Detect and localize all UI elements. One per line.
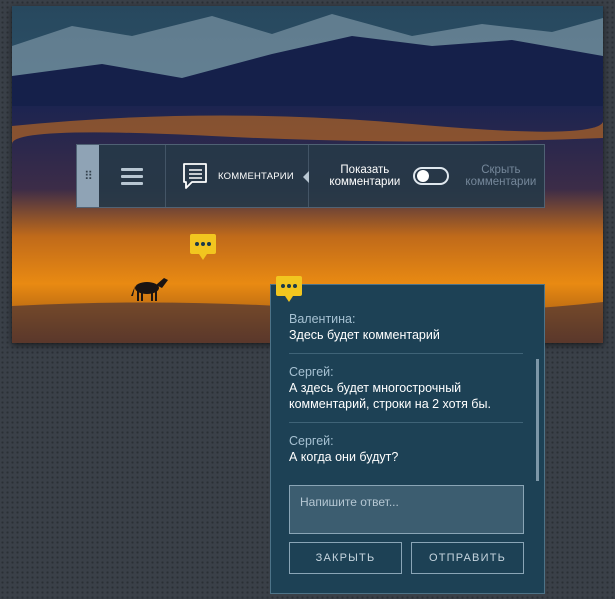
reply-input[interactable]	[289, 485, 524, 534]
comment-author: Валентина:	[289, 312, 356, 326]
comments-list: Валентина: Здесь будет комментарий Серге…	[289, 311, 523, 475]
comment-item: Сергей: А когда они будут?	[289, 422, 523, 475]
comments-panel: Валентина: Здесь будет комментарий Серге…	[270, 284, 545, 594]
comment-author: Сергей:	[289, 365, 334, 379]
hamburger-menu-icon	[121, 164, 143, 189]
comment-text: А когда они будут?	[289, 450, 399, 464]
send-button[interactable]: ОТПРАВИТЬ	[411, 542, 524, 574]
ellipsis-speech-icon	[281, 284, 297, 288]
show-comments-label[interactable]: Показать комментарии	[325, 164, 405, 188]
toggle-knob	[416, 170, 429, 182]
hide-comments-label[interactable]: Скрыть комментарии	[461, 164, 541, 188]
menu-button[interactable]	[99, 145, 166, 207]
ellipsis-speech-icon	[195, 242, 211, 246]
close-button[interactable]: ЗАКРЫТЬ	[289, 542, 402, 574]
comments-toolbar: ⠿ КОММЕНТАРИИ Показать комментарии Скрыт…	[76, 144, 545, 208]
comment-item: Валентина: Здесь будет комментарий	[289, 311, 523, 353]
comment-marker[interactable]	[190, 234, 216, 260]
comment-text: Здесь будет комментарий	[289, 328, 440, 342]
comments-label: КОММЕНТАРИИ	[218, 170, 294, 182]
drag-handle-icon[interactable]: ⠿	[77, 145, 99, 207]
comment-author: Сергей:	[289, 434, 334, 448]
comments-button[interactable]: КОММЕНТАРИИ	[166, 145, 309, 207]
show-comments-toggle[interactable]	[412, 167, 449, 185]
comment-text: А здесь будет многострочный комментарий,…	[289, 381, 491, 411]
comment-list-icon	[183, 163, 207, 189]
comment-marker-active[interactable]	[276, 276, 302, 302]
comments-scrollbar[interactable]	[536, 359, 539, 481]
comment-item: Сергей: А здесь будет многострочный комм…	[289, 353, 523, 422]
